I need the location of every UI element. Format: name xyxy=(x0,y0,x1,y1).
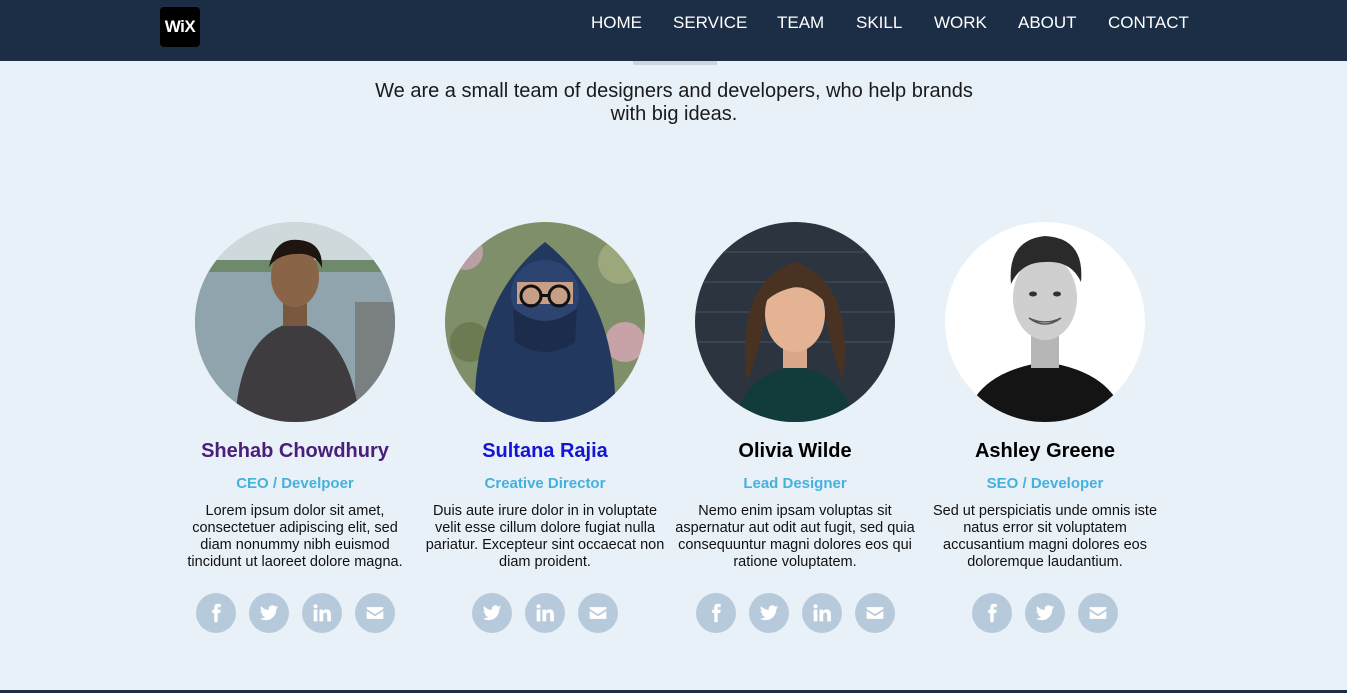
member-role: Creative Director xyxy=(484,475,606,492)
member-name: Shehab Chowdhury xyxy=(201,440,389,462)
member-name: Olivia Wilde xyxy=(738,440,852,462)
envelope-icon[interactable] xyxy=(354,593,395,633)
linkedin-icon[interactable] xyxy=(801,593,842,633)
member-bio: Nemo enim ipsam voluptas sit aspernatur … xyxy=(675,503,915,570)
member-role: CEO / Develpoer xyxy=(236,475,354,492)
team-member-card: Sultana Rajia Creative Director Duis aut… xyxy=(425,222,665,633)
linkedin-icon[interactable] xyxy=(301,593,342,633)
main-nav: HOME SERVICE TEAM SKILL WORK ABOUT CONTA… xyxy=(0,13,1347,35)
nav-home[interactable]: HOME xyxy=(591,13,642,33)
nav-skill[interactable]: SKILL xyxy=(856,13,902,33)
team-member-card: Olivia Wilde Lead Designer Nemo enim ips… xyxy=(675,222,915,633)
member-bio: Sed ut perspiciatis unde omnis iste natu… xyxy=(932,503,1158,570)
member-role: SEO / Developer xyxy=(986,475,1104,492)
member-bio: Lorem ipsum dolor sit amet, consectetuer… xyxy=(187,503,403,570)
facebook-icon[interactable] xyxy=(972,593,1012,633)
social-links xyxy=(175,593,415,633)
member-photo xyxy=(195,222,395,422)
social-links xyxy=(925,593,1165,633)
team-member-card: Shehab Chowdhury CEO / Develpoer Lorem i… xyxy=(175,222,415,633)
twitter-icon[interactable] xyxy=(472,593,512,633)
nav-team[interactable]: TEAM xyxy=(777,13,824,33)
member-name: Ashley Greene xyxy=(974,440,1116,462)
envelope-icon[interactable] xyxy=(854,593,895,633)
team-intro-text: We are a small team of designers and dev… xyxy=(375,80,973,125)
team-member-card: Ashley Greene SEO / Developer Sed ut per… xyxy=(925,222,1165,633)
facebook-icon[interactable] xyxy=(695,593,736,633)
navbar: WiX HOME SERVICE TEAM SKILL WORK ABOUT C… xyxy=(0,0,1347,61)
twitter-icon[interactable] xyxy=(248,593,289,633)
member-photo xyxy=(945,222,1145,422)
active-section-indicator xyxy=(633,61,717,65)
twitter-icon[interactable] xyxy=(1025,593,1065,633)
member-photo xyxy=(445,222,645,422)
nav-contact[interactable]: CONTACT xyxy=(1108,13,1189,33)
nav-work[interactable]: WORK xyxy=(934,13,987,33)
social-links xyxy=(425,593,665,633)
twitter-icon[interactable] xyxy=(748,593,789,633)
member-role: Lead Designer xyxy=(743,475,847,492)
social-links xyxy=(675,593,915,633)
envelope-icon[interactable] xyxy=(1078,593,1118,633)
facebook-icon[interactable] xyxy=(195,593,236,633)
linkedin-icon[interactable] xyxy=(525,593,565,633)
nav-service[interactable]: SERVICE xyxy=(673,13,747,33)
member-name: Sultana Rajia xyxy=(482,440,608,462)
nav-about[interactable]: ABOUT xyxy=(1018,13,1077,33)
member-photo xyxy=(695,222,895,422)
envelope-icon[interactable] xyxy=(578,593,618,633)
member-bio: Duis aute irure dolor in in voluptate ve… xyxy=(425,503,665,570)
